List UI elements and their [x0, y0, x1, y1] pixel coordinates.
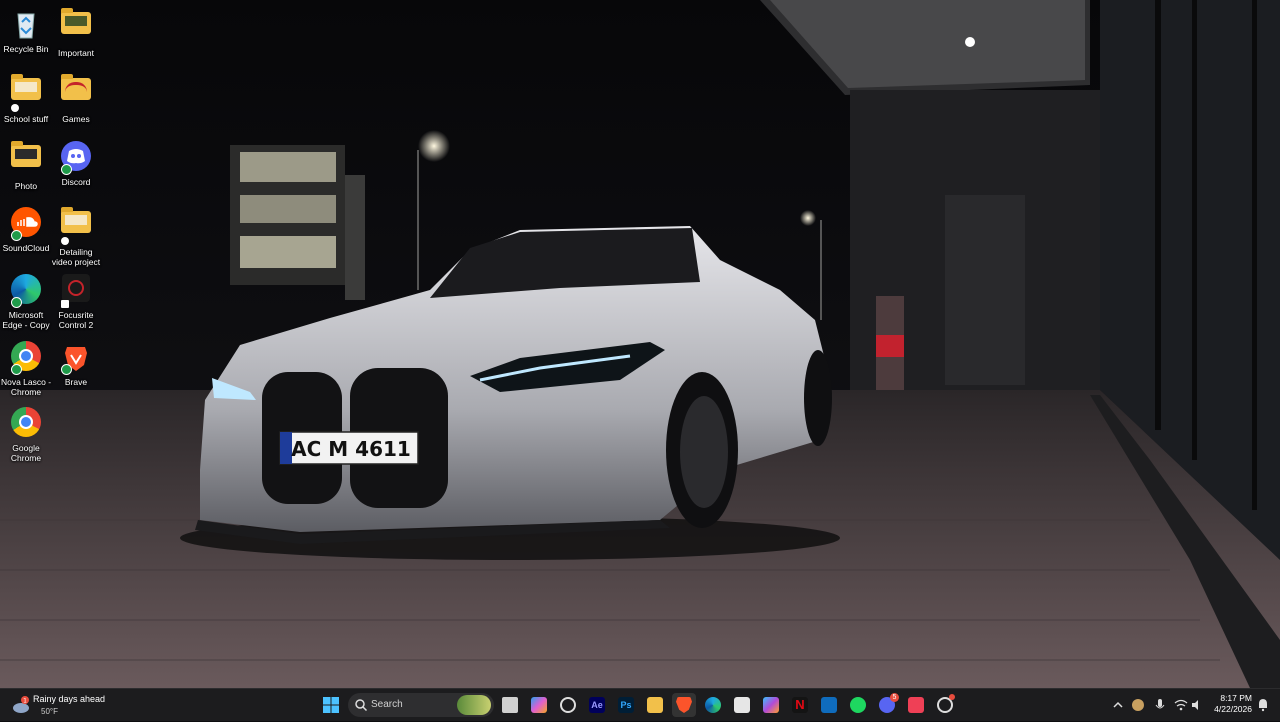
- taskbar-store[interactable]: [730, 693, 754, 717]
- desktop-icon-photo[interactable]: Photo: [0, 137, 52, 191]
- soundcloud-icon: [9, 207, 43, 241]
- desktop-icon-label: Microsoft Edge - Copy: [2, 310, 50, 330]
- start-button[interactable]: [319, 693, 343, 717]
- taskbar-clock[interactable]: 8:17 PM 4/22/2026: [1204, 693, 1252, 715]
- discord-icon: [59, 141, 93, 175]
- weather-temp: 50°F: [41, 707, 58, 716]
- notification-dot: [949, 694, 955, 700]
- desktop-icon-label: SoundCloud: [2, 243, 50, 253]
- search-icon: [355, 699, 368, 712]
- tray-overflow-button[interactable]: [1109, 693, 1127, 717]
- search-highlight-image: [457, 695, 491, 715]
- search-placeholder: Search: [371, 699, 403, 710]
- desktop-icon-recycle-bin[interactable]: Recycle Bin: [0, 4, 52, 54]
- desktop-icon-microsoft-edge-copy[interactable]: Microsoft Edge - Copy: [0, 270, 52, 330]
- desktop-icon-label: Important: [58, 48, 94, 58]
- weather-title: Rainy days ahead: [33, 694, 106, 704]
- tray-microphone[interactable]: [1151, 693, 1169, 717]
- windows-start-icon: [323, 697, 339, 713]
- task-view-icon: [502, 697, 518, 713]
- desktop-icon-google-chrome[interactable]: Google Chrome: [0, 403, 52, 463]
- desktop-icon-school-stuff[interactable]: School stuff: [0, 70, 52, 124]
- license-plate-text: AC M 4611: [291, 437, 411, 461]
- taskbar-m365[interactable]: [759, 693, 783, 717]
- taskbar-photoshop[interactable]: Ps: [614, 693, 638, 717]
- after-effects-icon: Ae: [589, 697, 605, 713]
- store-icon: [734, 697, 750, 713]
- folder-icon: [59, 207, 93, 245]
- desktop-icon-games[interactable]: Games: [50, 70, 102, 124]
- file-explorer-icon: [647, 697, 663, 713]
- clock-date: 4/22/2026: [1214, 704, 1252, 714]
- wallpaper-car-scene: AC M 4611: [0, 0, 1280, 688]
- taskbar: 1 Rainy days ahead 50°F Search Ae Ps N 5: [0, 688, 1280, 721]
- desktop-icon-discord[interactable]: Discord: [50, 137, 102, 187]
- taskbar-copilot[interactable]: [527, 693, 551, 717]
- spotify-icon: [850, 697, 866, 713]
- taskbar-search-box[interactable]: Search: [348, 693, 494, 717]
- m365-icon: [763, 697, 779, 713]
- desktop-icon-soundcloud[interactable]: SoundCloud: [0, 203, 52, 253]
- desktop-icon-label: Focusrite Control 2: [58, 310, 94, 330]
- taskbar-file-explorer[interactable]: [643, 693, 667, 717]
- folder-icon: [9, 141, 43, 179]
- edge-icon: [705, 697, 721, 713]
- taskbar-chatgpt-app[interactable]: [933, 693, 957, 717]
- tray-app[interactable]: [1130, 693, 1148, 717]
- taskbar-task-view[interactable]: [498, 693, 522, 717]
- weather-widget[interactable]: 1 Rainy days ahead 50°F: [8, 692, 128, 718]
- folder-icon: [59, 74, 93, 112]
- desktop-icon-label: Discord: [61, 177, 91, 187]
- desktop-icon-label: Google Chrome: [10, 443, 42, 463]
- desktop-icon-label: Detailing video project: [51, 247, 101, 267]
- photoshop-icon: Ps: [618, 697, 634, 713]
- taskbar-outlook[interactable]: [817, 693, 841, 717]
- tray-network-volume[interactable]: [1172, 693, 1204, 717]
- taskbar-after-effects[interactable]: Ae: [585, 693, 609, 717]
- desktop-icon-brave[interactable]: Brave: [50, 337, 102, 387]
- folder-icon: [59, 8, 93, 46]
- wifi-volume-icon: [1174, 699, 1198, 711]
- clock-time: 8:17 PM: [1220, 693, 1252, 703]
- tray-app-icon: [1132, 699, 1144, 711]
- desktop-icon-label: School stuff: [3, 114, 49, 124]
- taskbar-netflix[interactable]: N: [788, 693, 812, 717]
- discord-notification-badge: 5: [890, 693, 899, 702]
- microphone-icon: [1155, 699, 1165, 709]
- notification-center-button[interactable]: [1254, 693, 1272, 717]
- desktop-icon-nova-lasco-chrome[interactable]: Nova Lasco - Chrome: [0, 337, 52, 397]
- focusrite-icon: [59, 274, 93, 308]
- desktop-icon-label: Recycle Bin: [3, 44, 49, 54]
- taskbar-brave[interactable]: [672, 693, 696, 717]
- desktop-icon-label: Nova Lasco - Chrome: [0, 377, 52, 397]
- brave-icon: [676, 697, 692, 713]
- chrome-icon: [9, 407, 43, 441]
- desktop-icon-focusrite-control-2[interactable]: Focusrite Control 2: [50, 270, 102, 330]
- taskbar-edge[interactable]: [701, 693, 725, 717]
- weather-badge: 1: [23, 698, 27, 705]
- netflix-icon: N: [792, 697, 808, 713]
- chatgpt-icon: [560, 697, 576, 713]
- desktop-icon-label: Photo: [14, 181, 38, 191]
- taskbar-discord[interactable]: 5: [875, 693, 899, 717]
- recycle-bin-icon: [9, 8, 43, 42]
- pocket-icon: [908, 697, 924, 713]
- chrome-icon: [9, 341, 43, 375]
- desktop-icon-label: Brave: [64, 377, 88, 387]
- weather-cloud-icon: 1: [13, 696, 29, 713]
- brave-icon: [59, 341, 93, 375]
- desktop-wallpaper: AC M 4611: [0, 0, 1280, 688]
- edge-icon: [9, 274, 43, 308]
- outlook-icon: [821, 697, 837, 713]
- taskbar-chatgpt[interactable]: [556, 693, 580, 717]
- chevron-up-icon: [1113, 701, 1123, 708]
- bell-icon: [1259, 699, 1267, 712]
- taskbar-pocket[interactable]: [904, 693, 928, 717]
- copilot-icon: [531, 697, 547, 713]
- folder-icon: [9, 74, 43, 112]
- desktop-icon-label: Games: [62, 114, 90, 124]
- taskbar-spotify[interactable]: [846, 693, 870, 717]
- desktop-icon-important[interactable]: Important: [50, 4, 102, 58]
- desktop-icon-detailing-video-project[interactable]: Detailing video project: [50, 203, 102, 267]
